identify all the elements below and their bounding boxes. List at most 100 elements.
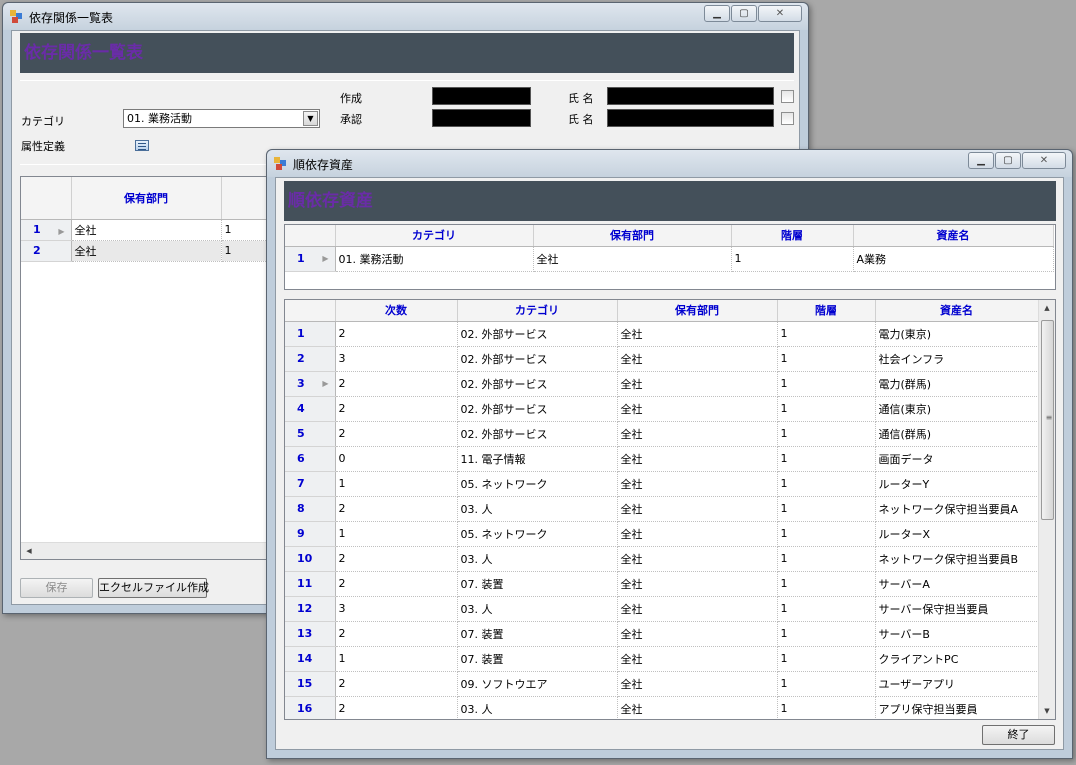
table-row[interactable]: 2 3 02. 外部サービス 全社 1 社会インフラ bbox=[285, 346, 1039, 372]
column-header[interactable]: カテゴリ bbox=[457, 300, 618, 322]
table-row[interactable]: 5 2 02. 外部サービス 全社 1 通信(群馬) bbox=[285, 421, 1039, 447]
cell-dept[interactable]: 全社 bbox=[617, 496, 778, 522]
row-number[interactable]: 7 bbox=[285, 471, 336, 497]
cell-category[interactable]: 07. 装置 bbox=[457, 621, 618, 647]
cell-level[interactable]: 1 bbox=[777, 546, 876, 572]
cell-asset[interactable]: クライアントPC bbox=[875, 646, 1039, 672]
cell-level[interactable]: 1 bbox=[777, 321, 876, 347]
scroll-down-icon[interactable]: ▼ bbox=[1039, 703, 1055, 719]
cell-category[interactable]: 03. 人 bbox=[457, 546, 618, 572]
row-number[interactable]: 2 bbox=[285, 346, 336, 372]
close-button[interactable]: ✕ bbox=[1022, 152, 1066, 169]
table-row[interactable]: 8 2 03. 人全社 1 ネットワーク保守担当要員A bbox=[285, 496, 1039, 522]
cell-level[interactable]: 1 bbox=[777, 396, 876, 422]
maximize-button[interactable]: ▢ bbox=[995, 152, 1021, 169]
table-row[interactable]: 12 3 03. 人全社 1 サーバー保守担当要員 bbox=[285, 596, 1039, 622]
cell-level[interactable]: 1 bbox=[777, 596, 876, 622]
cell-level[interactable]: 1 bbox=[777, 521, 876, 547]
table-row[interactable]: 16 2 03. 人全社 1 アプリ保守担当要員 bbox=[285, 696, 1039, 719]
row-number[interactable]: 9 bbox=[285, 521, 336, 547]
column-header[interactable]: 資産名 bbox=[853, 225, 1054, 247]
maximize-button[interactable]: ▢ bbox=[731, 5, 757, 22]
cell-dept[interactable]: 全社 bbox=[71, 219, 222, 241]
title-bar[interactable]: 依存関係一覧表 ▁ ▢ ✕ bbox=[3, 3, 808, 30]
cell-asset[interactable]: ネットワーク保守担当要員B bbox=[875, 546, 1039, 572]
cell-asset[interactable]: 電力(群馬) bbox=[875, 371, 1039, 397]
cell-order[interactable]: 2 bbox=[335, 496, 458, 522]
cell-dept[interactable]: 全社 bbox=[617, 321, 778, 347]
cell-order[interactable]: 2 bbox=[335, 571, 458, 597]
approved-field[interactable] bbox=[432, 109, 531, 127]
cell-level[interactable]: 1 bbox=[777, 421, 876, 447]
row-number[interactable]: 1 ▶ bbox=[21, 219, 72, 241]
column-header[interactable]: 資産名 bbox=[875, 300, 1039, 322]
cell-asset[interactable]: 通信(東京) bbox=[875, 396, 1039, 422]
cell-category[interactable]: 03. 人 bbox=[457, 696, 618, 719]
row-number[interactable]: 12 bbox=[285, 596, 336, 622]
cell-order[interactable]: 2 bbox=[335, 671, 458, 697]
row-number[interactable]: 16 bbox=[285, 696, 336, 719]
row-number[interactable]: 10 bbox=[285, 546, 336, 572]
cell-dept[interactable]: 全社 bbox=[533, 246, 732, 272]
cell-category[interactable]: 02. 外部サービス bbox=[457, 421, 618, 447]
cell-dept[interactable]: 全社 bbox=[617, 396, 778, 422]
cell-order[interactable]: 3 bbox=[335, 596, 458, 622]
approved-name-field[interactable] bbox=[607, 109, 774, 127]
cell-asset[interactable]: サーバーB bbox=[875, 621, 1039, 647]
approved-checkbox[interactable] bbox=[781, 112, 794, 125]
save-button[interactable]: 保存 bbox=[20, 578, 93, 598]
created-field[interactable] bbox=[432, 87, 531, 105]
cell-category[interactable]: 05. ネットワーク bbox=[457, 521, 618, 547]
row-number[interactable]: 14 bbox=[285, 646, 336, 672]
row-number[interactable]: 5 bbox=[285, 421, 336, 447]
cell-asset[interactable]: 通信(群馬) bbox=[875, 421, 1039, 447]
column-header[interactable]: 保有部門 bbox=[617, 300, 778, 322]
row-number[interactable]: 1 bbox=[285, 321, 336, 347]
cell-asset[interactable]: 画面データ bbox=[875, 446, 1039, 472]
cell-asset[interactable]: ユーザーアプリ bbox=[875, 671, 1039, 697]
chevron-down-icon[interactable]: ▼ bbox=[303, 111, 318, 126]
cell-order[interactable]: 2 bbox=[335, 396, 458, 422]
cell-level[interactable]: 1 bbox=[777, 446, 876, 472]
cell-order[interactable]: 1 bbox=[335, 646, 458, 672]
cell-category[interactable]: 02. 外部サービス bbox=[457, 371, 618, 397]
minimize-button[interactable]: ▁ bbox=[704, 5, 730, 22]
table-row[interactable]: 15 2 09. ソフトウエア 全社 1 ユーザーアプリ bbox=[285, 671, 1039, 697]
scroll-left-icon[interactable]: ◀ bbox=[21, 543, 37, 559]
cell-dept[interactable]: 全社 bbox=[617, 621, 778, 647]
cell-level[interactable]: 1 bbox=[777, 571, 876, 597]
table-row[interactable]: 13 2 07. 装置 全社 1 サーバーB bbox=[285, 621, 1039, 647]
column-header[interactable]: 保有部門 bbox=[533, 225, 732, 247]
vertical-scrollbar[interactable]: ▲ ≡ ▼ bbox=[1038, 300, 1055, 719]
row-number[interactable]: 8 bbox=[285, 496, 336, 522]
cell-dept[interactable]: 全社 bbox=[617, 471, 778, 497]
cell-dept[interactable]: 全社 bbox=[617, 371, 778, 397]
cell-category[interactable]: 11. 電子情報 bbox=[457, 446, 618, 472]
create-excel-button[interactable]: エクセルファイル作成 bbox=[98, 578, 209, 598]
cell-order[interactable]: 1 bbox=[335, 521, 458, 547]
cell-dept[interactable]: 全社 bbox=[617, 346, 778, 372]
cell-category[interactable]: 02. 外部サービス bbox=[457, 321, 618, 347]
row-number[interactable]: 13 bbox=[285, 621, 336, 647]
cell-category[interactable]: 03. 人 bbox=[457, 596, 618, 622]
cell-level[interactable]: 1 bbox=[777, 696, 876, 719]
table-row[interactable]: 6 0 11. 電子情報 全社 1 画面データ bbox=[285, 446, 1039, 472]
cell-category[interactable]: 09. ソフトウエア bbox=[457, 671, 618, 697]
created-name-field[interactable] bbox=[607, 87, 774, 105]
cell-dept[interactable]: 全社 bbox=[617, 521, 778, 547]
table-row[interactable]: 3 ▶ 2 02. 外部サービス 全社 1 電力(群馬) bbox=[285, 371, 1039, 397]
cell-level[interactable]: 1 bbox=[731, 246, 854, 272]
cell-order[interactable]: 2 bbox=[335, 321, 458, 347]
minimize-button[interactable]: ▁ bbox=[968, 152, 994, 169]
table-row[interactable]: 14 1 07. 装置 全社 1 クライアントPC bbox=[285, 646, 1039, 672]
table-row[interactable]: 4 2 02. 外部サービス 全社 1 通信(東京) bbox=[285, 396, 1039, 422]
cell-dept[interactable]: 全社 bbox=[617, 671, 778, 697]
scroll-up-icon[interactable]: ▲ bbox=[1039, 300, 1055, 316]
cell-asset[interactable]: サーバー保守担当要員 bbox=[875, 596, 1039, 622]
cell-order[interactable]: 0 bbox=[335, 446, 458, 472]
table-row[interactable]: 1 2 02. 外部サービス 全社 1 電力(東京) bbox=[285, 321, 1039, 347]
cell-dept[interactable]: 全社 bbox=[617, 571, 778, 597]
cell-order[interactable]: 2 bbox=[335, 546, 458, 572]
scrollbar-thumb[interactable]: ≡ bbox=[1041, 320, 1054, 520]
column-header[interactable]: 保有部門 bbox=[71, 177, 222, 220]
